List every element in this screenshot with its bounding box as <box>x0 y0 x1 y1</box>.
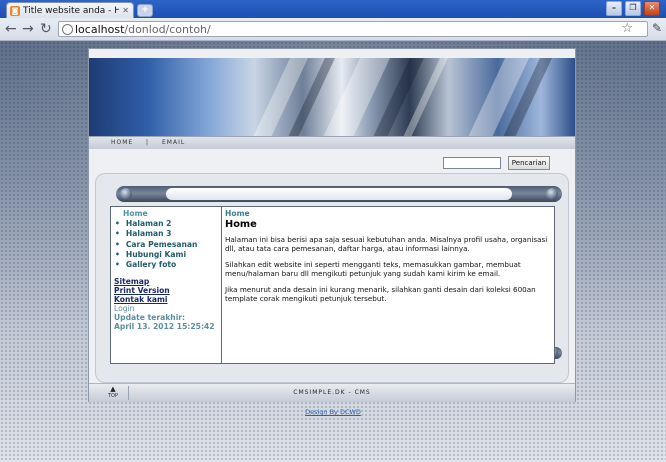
minimize-button[interactable]: – <box>606 1 622 16</box>
sidebar-item-home[interactable]: Home <box>123 209 148 218</box>
design-credit-link[interactable]: Design By DCWD <box>0 408 666 416</box>
sidebar-item-halaman-3[interactable]: Halaman 3 <box>115 229 197 239</box>
page-title: Home <box>225 219 257 230</box>
menu-separator: | <box>146 139 150 146</box>
content-box: Home Halaman 2 Halaman 3 Cara Pemesanan … <box>110 206 555 364</box>
header-banner-image <box>89 58 575 136</box>
back-arrow-icon[interactable]: ← <box>5 21 17 37</box>
maximize-button[interactable]: ❐ <box>625 1 641 16</box>
search-input[interactable] <box>443 157 501 169</box>
website-container: HOME | EMAIL Pencarian Home Halaman 2 Ha… <box>88 48 576 402</box>
tab-title: Title website anda - Home <box>23 5 120 16</box>
content-paragraph: Silahkan edit website ini seperti mengga… <box>225 260 521 278</box>
address-bar[interactable]: localhost/donlod/contoh/ ☆ <box>58 21 648 37</box>
login-link[interactable]: Login <box>114 304 215 313</box>
tab-close-icon[interactable]: ✕ <box>122 6 133 15</box>
forward-arrow-icon[interactable]: → <box>22 21 34 37</box>
globe-icon <box>62 24 73 35</box>
site-footer: ▲ TOP CMSIMPLE.DK - CMS <box>89 383 575 402</box>
sidebar: Home Halaman 2 Halaman 3 Cara Pemesanan … <box>111 207 222 363</box>
reload-icon[interactable]: ↻ <box>40 21 52 37</box>
print-version-link[interactable]: Print Version <box>114 286 215 295</box>
last-update-label: Update terakhir: <box>114 313 186 322</box>
main-content: Home Home Halaman ini bisa berisi apa sa… <box>225 209 550 312</box>
sidebar-links: Sitemap Print Version Kontak kami Login … <box>114 277 215 331</box>
sidebar-item-gallery-foto[interactable]: Gallery foto <box>115 260 197 270</box>
new-tab-button[interactable]: + <box>137 4 153 17</box>
menu-home-link[interactable]: HOME <box>111 139 133 146</box>
content-paragraph: Halaman ini bisa berisi apa saja sesuai … <box>225 235 548 253</box>
sitemap-link[interactable]: Sitemap <box>114 277 215 286</box>
browser-tab[interactable]: ◙ Title website anda - Home ✕ <box>6 2 134 18</box>
browser-toolbar: ← → ↻ localhost/donlod/contoh/ ☆ ✎ <box>0 18 666 41</box>
sidebar-menu: Halaman 2 Halaman 3 Cara Pemesanan Hubun… <box>115 219 198 270</box>
contact-link[interactable]: Kontak kami <box>114 295 215 304</box>
top-menu: HOME | EMAIL <box>89 136 575 149</box>
sidebar-item-hubungi-kami[interactable]: Hubungi Kami <box>115 250 197 260</box>
frame-top-bar <box>116 186 562 202</box>
url-path: /donlod/contoh/ <box>124 23 211 36</box>
window-controls: – ❐ ✕ <box>606 1 660 16</box>
footer-credit[interactable]: CMSIMPLE.DK - CMS <box>89 389 575 396</box>
browser-titlebar: ◙ Title website anda - Home ✕ + – ❐ ✕ <box>0 0 666 18</box>
star-icon[interactable]: ☆ <box>621 21 633 36</box>
url-host: localhost <box>75 23 125 36</box>
close-window-button[interactable]: ✕ <box>644 1 660 16</box>
rss-favicon-icon: ◙ <box>10 5 20 16</box>
menu-email-link[interactable]: EMAIL <box>162 139 185 146</box>
sidebar-item-halaman-2[interactable]: Halaman 2 <box>115 219 197 229</box>
url-text: localhost/donlod/contoh/ <box>75 23 211 36</box>
content-paragraph: Jika menurut anda desain ini kurang mena… <box>225 285 536 303</box>
search-button[interactable]: Pencarian <box>508 156 550 170</box>
wrench-icon[interactable]: ✎ <box>652 21 662 35</box>
last-update-date: April 13. 2012 15:25:42 <box>114 322 215 331</box>
sidebar-item-cara-pemesanan[interactable]: Cara Pemesanan <box>115 240 198 250</box>
breadcrumb[interactable]: Home <box>225 209 550 218</box>
